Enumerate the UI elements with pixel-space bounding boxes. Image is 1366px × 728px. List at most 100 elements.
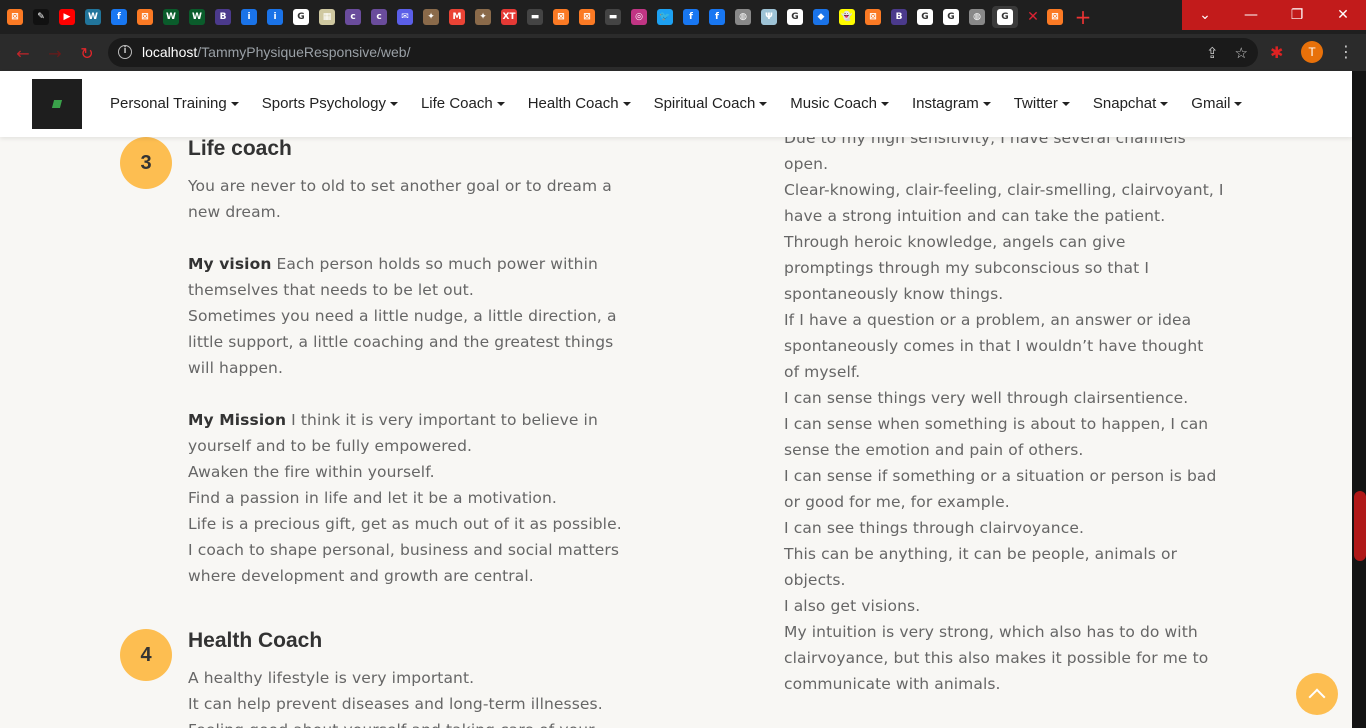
- nav-gmail[interactable]: Gmail: [1191, 95, 1243, 112]
- extensions-puzzle-icon[interactable]: ✱: [1270, 43, 1288, 62]
- close-tab-icon[interactable]: ✕: [1022, 9, 1044, 25]
- nav-twitter[interactable]: Twitter: [1014, 95, 1070, 112]
- browser-tab[interactable]: ✦: [472, 6, 494, 28]
- logo-mark: [51, 100, 63, 108]
- facebook-icon: f: [709, 9, 725, 25]
- browser-tab[interactable]: ⊠: [4, 6, 26, 28]
- back-icon[interactable]: ←: [12, 42, 34, 64]
- browser-tab[interactable]: f: [108, 6, 130, 28]
- bird-icon: ✦: [475, 9, 491, 25]
- new-tab-button[interactable]: +: [1070, 6, 1096, 28]
- nav-life-coach[interactable]: Life Coach: [421, 95, 505, 112]
- browser-tab[interactable]: G: [784, 6, 806, 28]
- browser-tab[interactable]: ⊠: [550, 6, 572, 28]
- forward-icon[interactable]: →: [44, 42, 66, 64]
- minimize-icon[interactable]: —: [1228, 0, 1274, 30]
- nav-personal-training[interactable]: Personal Training: [110, 95, 239, 112]
- browser-tab[interactable]: ▶: [56, 6, 78, 28]
- bird-icon: ✦: [423, 9, 439, 25]
- browser-tab[interactable]: ▬: [524, 6, 546, 28]
- text-line: objects.: [784, 571, 846, 589]
- window-controls: ⌄ — ❐ ✕: [1182, 0, 1366, 30]
- nav-snapchat[interactable]: Snapchat: [1093, 95, 1169, 112]
- text-line: Sometimes you need a little nudge, a lit…: [188, 307, 617, 325]
- nav-sports-psychology[interactable]: Sports Psychology: [262, 95, 398, 112]
- scroll-to-top-button[interactable]: [1296, 673, 1338, 715]
- xampp-icon: ⊠: [865, 9, 881, 25]
- browser-toolbar: ← → ↻ i localhost/TammyPhysiqueResponsiv…: [0, 34, 1366, 71]
- text-line: Awaken the fire within yourself.: [188, 463, 435, 481]
- text-line: communicate with animals.: [784, 675, 1001, 693]
- xampp-icon: ⊠: [553, 9, 569, 25]
- browser-tab[interactable]: ◍: [732, 6, 754, 28]
- browser-tab[interactable]: ◆: [810, 6, 832, 28]
- browser-tab[interactable]: ⊠: [576, 6, 598, 28]
- nav-health-coach[interactable]: Health Coach: [528, 95, 631, 112]
- text-line: of myself.: [784, 363, 861, 381]
- snapchat-icon: 👻: [839, 9, 855, 25]
- xampp-icon: ⊠: [579, 9, 595, 25]
- profile-avatar[interactable]: T: [1301, 41, 1323, 63]
- google-icon: G: [997, 9, 1013, 25]
- browser-tab[interactable]: i: [238, 6, 260, 28]
- info-icon: i: [267, 9, 283, 25]
- bookmark-star-icon[interactable]: ☆: [1235, 44, 1248, 62]
- address-bar[interactable]: i localhost/TammyPhysiqueResponsive/web/…: [108, 38, 1258, 67]
- browser-tab[interactable]: B: [212, 6, 234, 28]
- info-icon: i: [241, 9, 257, 25]
- page-content: 3 Life coach You are never to old to set…: [0, 71, 1352, 728]
- browser-tab-bar: ⊠ ✎ ▶ Wf ⊠ W W Bi i G ▦ c c ✉ ✦ M ✦ XT ▬ ⊠ ⊠ ▬ ◎ 🐦 f f ◍ Ψ G ◆ 👻 ⊠ B G G ◍ G…: [0, 0, 1366, 34]
- browser-tab[interactable]: c: [342, 6, 364, 28]
- restore-icon[interactable]: ❐: [1274, 0, 1320, 30]
- text-line: I coach to shape personal, business and …: [188, 541, 620, 559]
- url-text[interactable]: localhost/TammyPhysiqueResponsive/web/: [142, 44, 410, 60]
- browser-tab[interactable]: 👻: [836, 6, 858, 28]
- nav-music-coach[interactable]: Music Coach: [790, 95, 889, 112]
- site-logo[interactable]: [32, 79, 82, 129]
- browser-tab[interactable]: M: [446, 6, 468, 28]
- browser-tab[interactable]: W: [82, 6, 104, 28]
- browser-tab[interactable]: G: [290, 6, 312, 28]
- browser-tab[interactable]: W: [160, 6, 182, 28]
- tab-search-icon[interactable]: ⌄: [1182, 0, 1228, 30]
- chevron-up-icon: [1308, 688, 1326, 706]
- caret-down-icon: [1061, 101, 1070, 106]
- close-window-icon[interactable]: ✕: [1320, 0, 1366, 30]
- browser-tab[interactable]: ✦: [420, 6, 442, 28]
- nav-instagram[interactable]: Instagram: [912, 95, 991, 112]
- site-info-icon[interactable]: i: [118, 45, 132, 59]
- spiritual-coach-text: Due to my high sensitivity, I have sever…: [784, 125, 1224, 697]
- nav-item-label: Health Coach: [527, 95, 619, 112]
- browser-tab[interactable]: ✉: [394, 6, 416, 28]
- nav-item-label: Music Coach: [790, 95, 877, 112]
- share-icon[interactable]: ⇪: [1206, 44, 1219, 62]
- browser-tab[interactable]: ⊠: [862, 6, 884, 28]
- nav-spiritual-coach[interactable]: Spiritual Coach: [654, 95, 768, 112]
- browser-tab[interactable]: ◎: [628, 6, 650, 28]
- browser-tab[interactable]: G: [992, 6, 1018, 28]
- browser-tab[interactable]: ⊠: [1044, 6, 1066, 28]
- browser-tab[interactable]: G: [940, 6, 962, 28]
- url-path: /TammyPhysiqueResponsive/web/: [197, 44, 411, 60]
- browser-tab[interactable]: f: [680, 6, 702, 28]
- browser-tab[interactable]: ⊠: [134, 6, 156, 28]
- browser-tab[interactable]: i: [264, 6, 286, 28]
- browser-tab[interactable]: f: [706, 6, 728, 28]
- browser-tab[interactable]: ✎: [30, 6, 52, 28]
- browser-menu-icon[interactable]: ⋮: [1338, 41, 1354, 63]
- text-line: or good for me, for example.: [784, 493, 1010, 511]
- browser-tab[interactable]: W: [186, 6, 208, 28]
- browser-tab[interactable]: XT: [498, 6, 520, 28]
- browser-tab[interactable]: ◍: [966, 6, 988, 28]
- reload-icon[interactable]: ↻: [76, 42, 98, 64]
- page-scrollbar[interactable]: [1352, 71, 1366, 728]
- browser-tab[interactable]: c: [368, 6, 390, 28]
- browser-tab[interactable]: 🐦: [654, 6, 676, 28]
- browser-tab[interactable]: G: [914, 6, 936, 28]
- scrollbar-accent: [1354, 491, 1366, 561]
- browser-tab[interactable]: ▦: [316, 6, 338, 28]
- browser-tab[interactable]: B: [888, 6, 910, 28]
- tab-strip: ⊠ ✎ ▶ Wf ⊠ W W Bi i G ▦ c c ✉ ✦ M ✦ XT ▬ ⊠ ⊠ ▬ ◎ 🐦 f f ◍ Ψ G ◆ 👻 ⊠ B G G ◍ G…: [4, 5, 1096, 29]
- browser-tab[interactable]: Ψ: [758, 6, 780, 28]
- browser-tab[interactable]: ▬: [602, 6, 624, 28]
